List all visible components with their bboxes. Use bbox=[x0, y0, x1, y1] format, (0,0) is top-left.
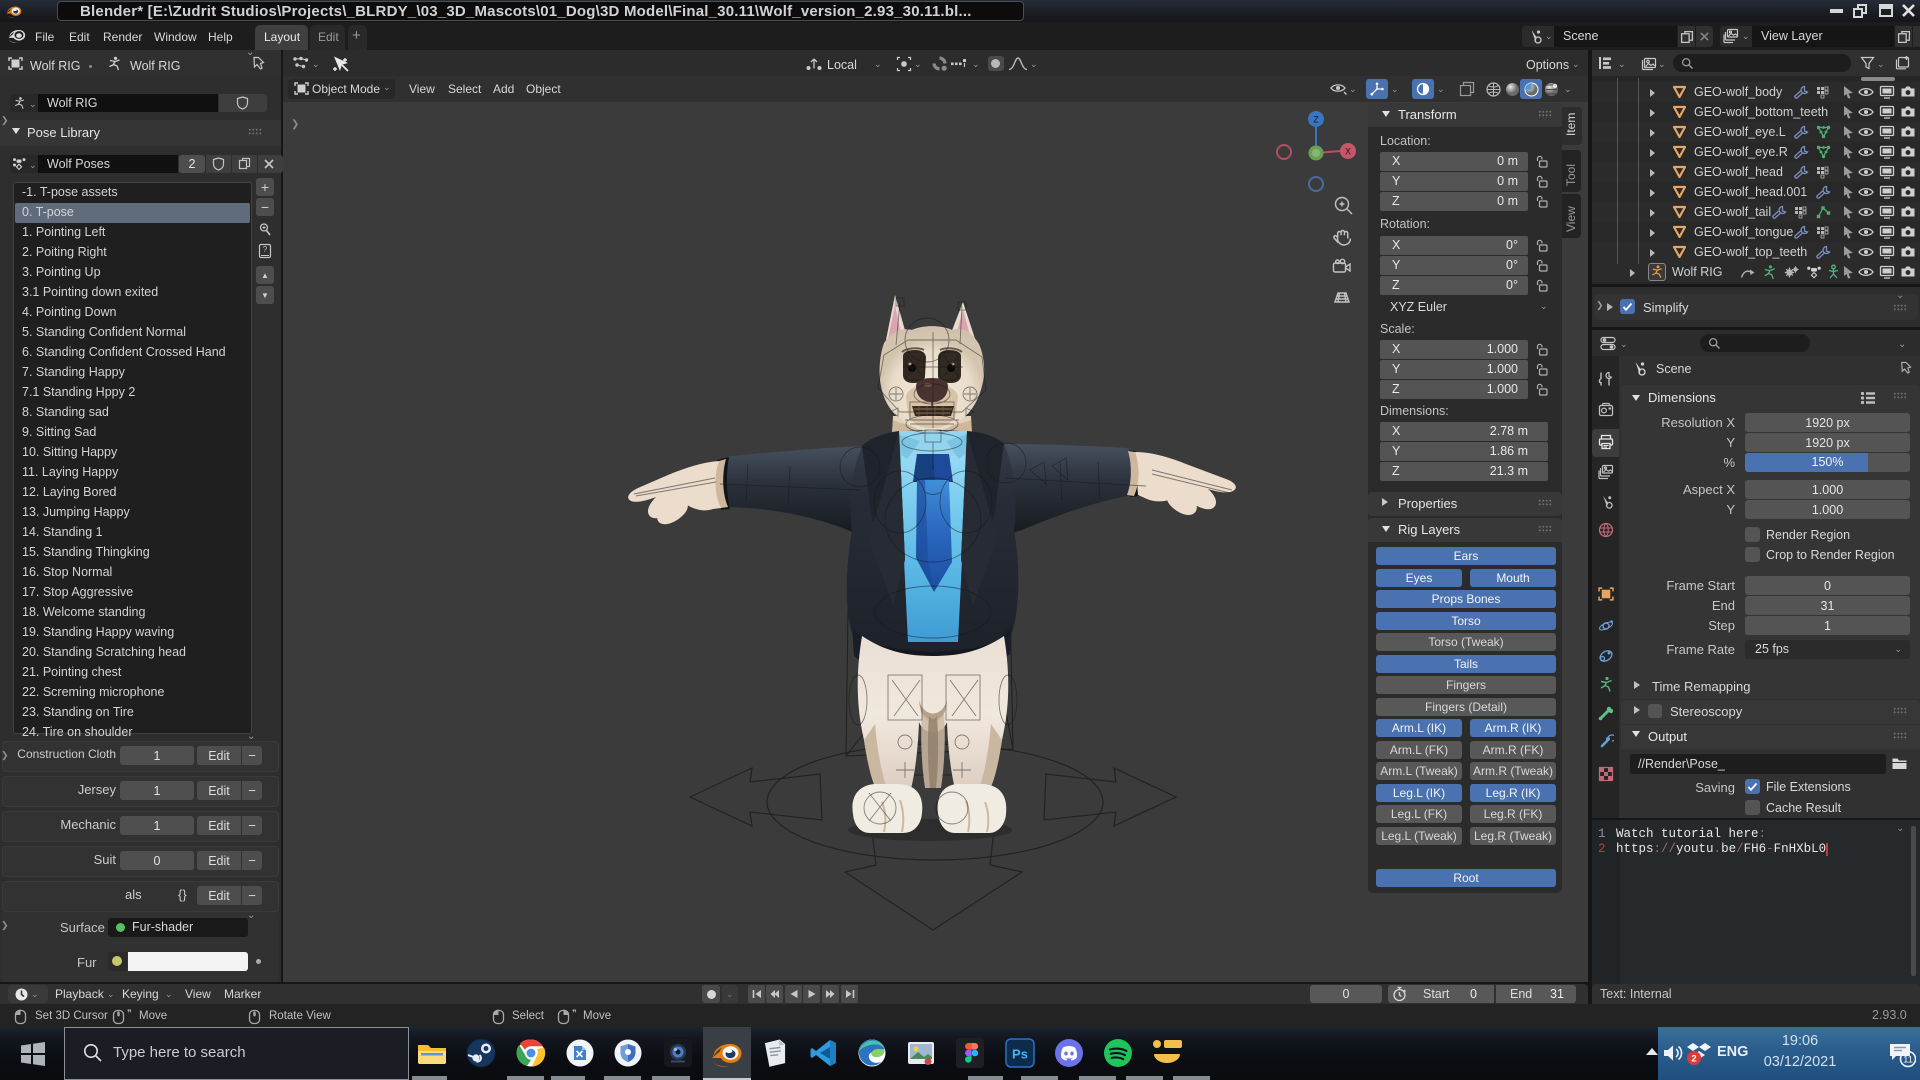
svg-text:2: 2 bbox=[1691, 1054, 1696, 1065]
svg-text:Z: Z bbox=[1313, 115, 1319, 125]
svg-text:?: ? bbox=[263, 245, 268, 254]
svg-text:❯: ❯ bbox=[291, 119, 299, 130]
svg-text:11: 11 bbox=[1903, 1055, 1913, 1066]
svg-text:X: X bbox=[1345, 147, 1351, 157]
svg-text:Ps: Ps bbox=[1012, 1047, 1028, 1062]
